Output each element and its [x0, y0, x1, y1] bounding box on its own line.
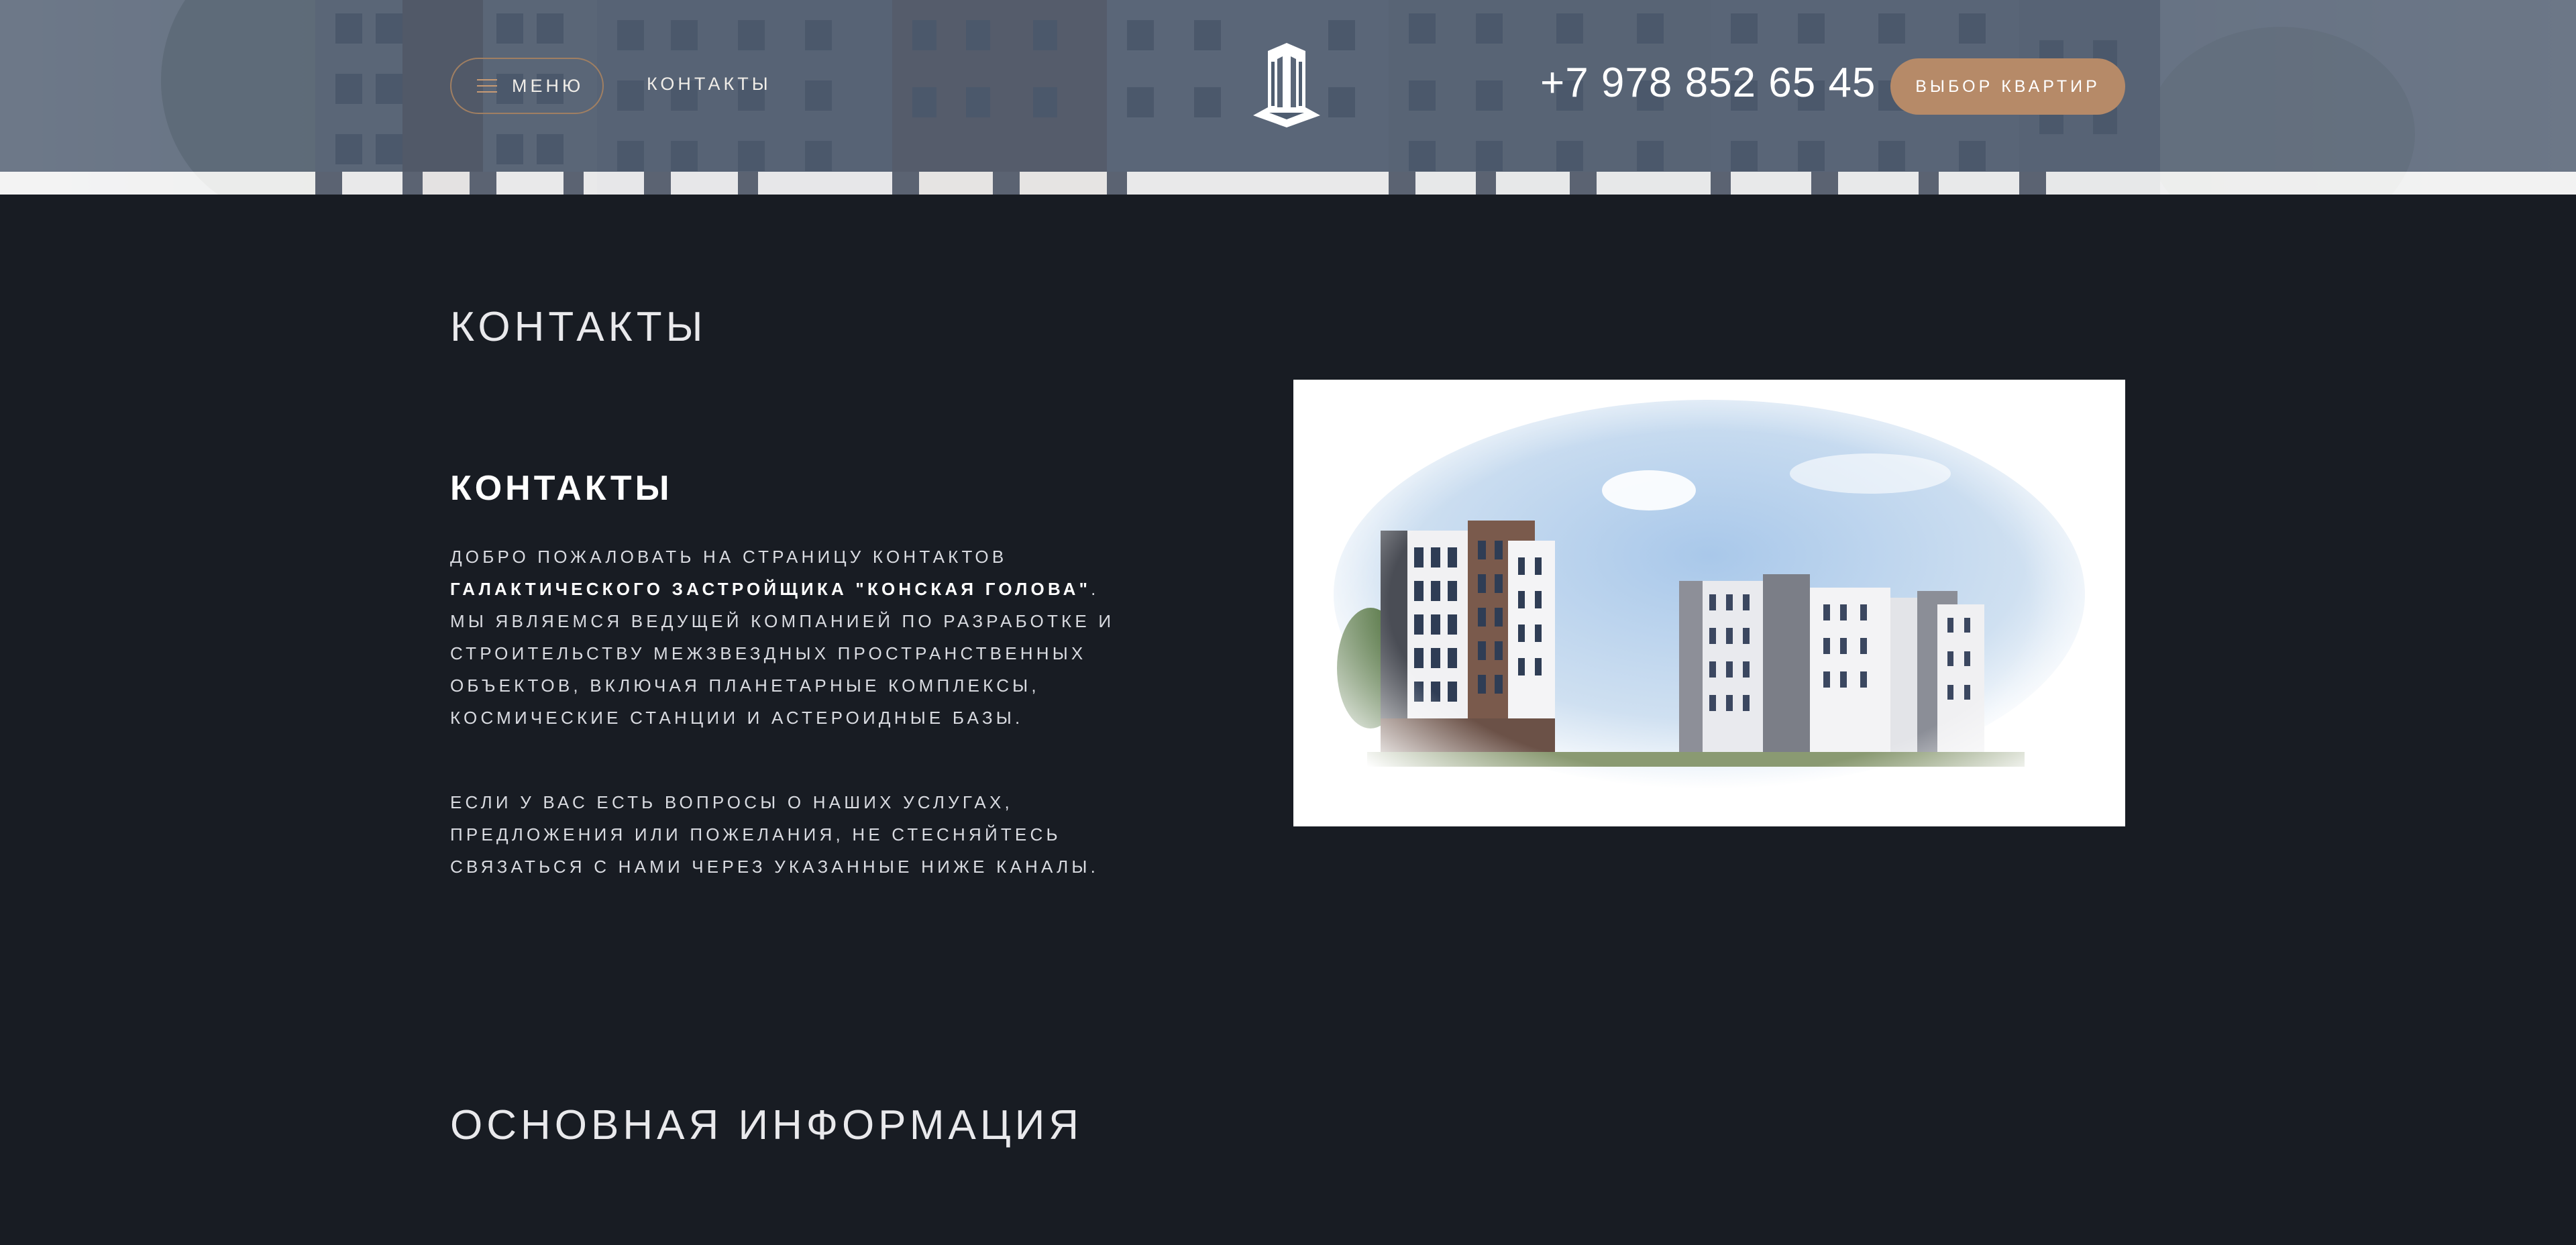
intro-lead: ДОБРО ПОЖАЛОВАТЬ НА СТРАНИЦУ КОНТАКТОВ: [450, 547, 1008, 567]
select-apartments-button[interactable]: ВЫБОР КВАРТИР: [1890, 58, 2125, 115]
building-render-image: [1293, 380, 2125, 826]
page-title: КОНТАКТЫ: [450, 304, 707, 350]
menu-button-label: МЕНЮ: [512, 75, 584, 96]
building-logo-icon[interactable]: [1249, 42, 1324, 129]
company-name: ГАЛАКТИЧЕСКОГО ЗАСТРОЙЩИКА "КОНСКАЯ ГОЛО…: [450, 579, 1091, 599]
intro-paragraph: ДОБРО ПОЖАЛОВАТЬ НА СТРАНИЦУ КОНТАКТОВ Г…: [450, 541, 1121, 734]
main-info-title: ОСНОВНАЯ ИНФОРМАЦИЯ: [450, 1102, 1083, 1148]
menu-button[interactable]: МЕНЮ: [450, 58, 604, 114]
building-render-illustration: [1293, 380, 2125, 826]
intro-rest: . МЫ ЯВЛЯЕМСЯ ВЕДУЩЕЙ КОМПАНИЕЙ ПО РАЗРА…: [450, 579, 1115, 728]
contact-note-paragraph: ЕСЛИ У ВАС ЕСТЬ ВОПРОСЫ О НАШИХ УСЛУГАХ,…: [450, 792, 1099, 877]
nav-link-contacts[interactable]: КОНТАКТЫ: [647, 74, 771, 95]
hamburger-icon: [477, 79, 497, 93]
phone-number-link[interactable]: +7 978 852 65 45: [1540, 59, 1876, 107]
section-heading: КОНТАКТЫ: [450, 469, 673, 508]
